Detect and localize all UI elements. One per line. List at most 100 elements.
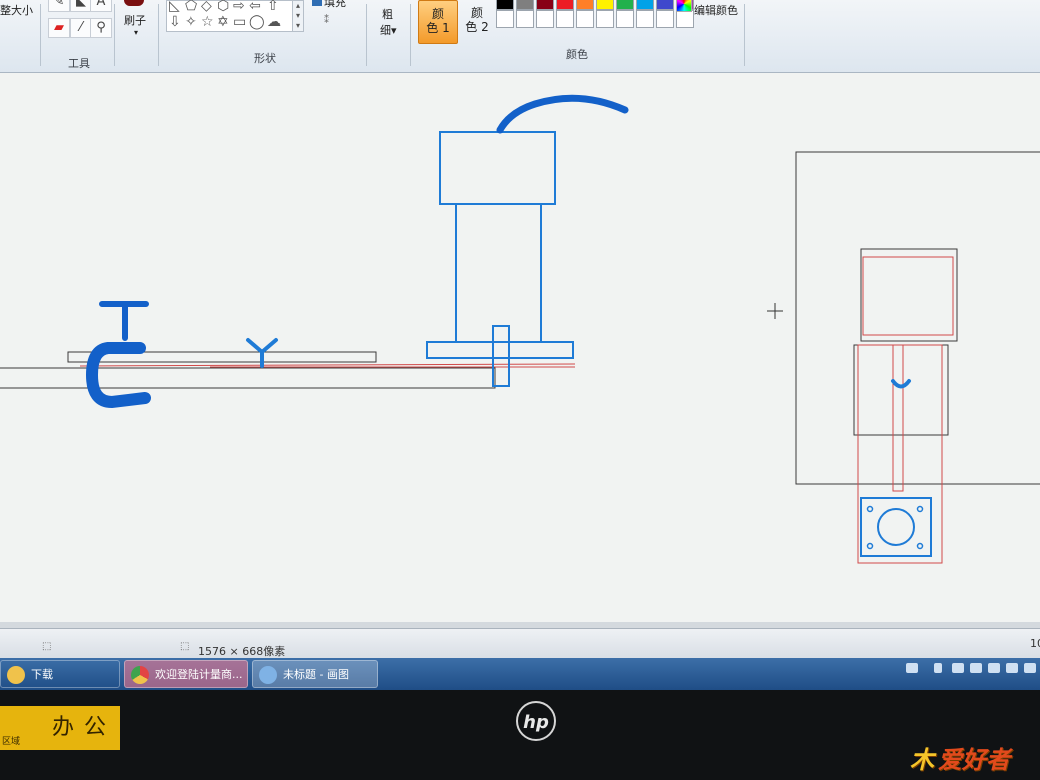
- palette-swatch[interactable]: [656, 0, 674, 10]
- motor-housing: [439, 131, 556, 205]
- chevron-down-icon[interactable]: ▾: [134, 28, 138, 37]
- fill-button[interactable]: 填充: [324, 0, 346, 10]
- arrow-left-shape-icon[interactable]: ⇦: [249, 0, 261, 13]
- callout-oval-shape-icon[interactable]: ◯: [249, 15, 265, 29]
- status-bar: ⬚ ⬚ 1576 × 668像素 10: [0, 628, 1040, 659]
- volume-icon[interactable]: [1024, 663, 1036, 673]
- shapes-group-label: 形状: [254, 52, 276, 65]
- tray-arrow-icon[interactable]: [934, 663, 942, 673]
- color-picker-icon[interactable]: ⁄: [70, 18, 92, 38]
- flag-icon[interactable]: [988, 663, 1000, 673]
- palette-swatch[interactable]: [596, 0, 614, 10]
- top-view-board: [795, 151, 1040, 485]
- palette-swatch[interactable]: [556, 0, 574, 10]
- top-view-bore: [877, 508, 915, 546]
- star6-shape-icon[interactable]: ✡: [217, 15, 229, 29]
- pencil-icon[interactable]: ✎: [48, 0, 70, 12]
- taskbar-item-paint[interactable]: 未标题 - 画图: [252, 660, 378, 688]
- star4-shape-icon[interactable]: ✧: [185, 15, 197, 29]
- fill-bucket-icon[interactable]: ◣: [70, 0, 92, 12]
- pentagon-shape-icon[interactable]: ⬠: [185, 0, 197, 13]
- size-button[interactable]: 粗: [382, 6, 393, 22]
- palette-swatch[interactable]: [496, 10, 514, 28]
- arrow-down-shape-icon[interactable]: ⇩: [169, 15, 181, 29]
- security-icon[interactable]: [970, 663, 982, 673]
- taskbar-item-browser[interactable]: 欢迎登陆计量商...: [124, 660, 248, 688]
- fill-icon[interactable]: [312, 0, 322, 6]
- brush-icon[interactable]: [124, 0, 144, 6]
- palette-swatch[interactable]: [636, 0, 654, 10]
- palette-swatch[interactable]: [576, 10, 594, 28]
- resize-button[interactable]: 整大小: [0, 2, 33, 18]
- taskbar-item-downloads[interactable]: 下载: [0, 660, 120, 688]
- taskbar-item-label: 下载: [31, 668, 53, 681]
- diamond-shape-icon[interactable]: ◇: [201, 0, 212, 13]
- text-tool-icon[interactable]: A: [90, 0, 112, 12]
- keyboard-icon[interactable]: [906, 663, 918, 673]
- screen: 整大小 ✎ ◣ A ▰ ⁄ ⚲ 工具 刷子 ▾ ◺ ⬠ ◇ ⬡ ⇨ ⇦ ⇧ ⇩ …: [0, 0, 1040, 690]
- eraser-icon[interactable]: ▰: [48, 18, 70, 38]
- network-icon[interactable]: [952, 663, 964, 673]
- palette-swatch[interactable]: [516, 0, 534, 10]
- sticker-text: 办公: [52, 715, 117, 740]
- callout-cloud-shape-icon[interactable]: ☁: [267, 15, 281, 29]
- palette-swatch[interactable]: [496, 0, 514, 10]
- folder-icon: [7, 666, 25, 684]
- monitor-icon[interactable]: [1006, 663, 1018, 673]
- taskbar: 下载 欢迎登陆计量商... 未标题 - 画图: [0, 658, 1040, 690]
- palette-swatch[interactable]: [516, 10, 534, 28]
- group-separator: [410, 4, 411, 66]
- callout-rect-shape-icon[interactable]: ▭: [233, 15, 246, 29]
- palette-swatch[interactable]: [616, 0, 634, 10]
- palette-swatch[interactable]: [536, 10, 554, 28]
- size-label-line1: 粗: [382, 8, 393, 21]
- image-size-icon: ⬚: [180, 641, 190, 652]
- clamp-handle: [99, 301, 149, 341]
- taskbar-item-label: 欢迎登陆计量商...: [155, 668, 243, 681]
- hexagon-shape-icon[interactable]: ⬡: [217, 0, 229, 13]
- bolt-hole: [866, 542, 874, 550]
- brush-button[interactable]: 刷子: [124, 12, 146, 28]
- top-view-plate: [853, 344, 949, 436]
- top-view-red-frame: [857, 344, 943, 564]
- top-view-slot: [892, 344, 904, 492]
- palette-swatch[interactable]: [576, 0, 594, 10]
- group-separator: [114, 4, 115, 66]
- palette-swatch[interactable]: [556, 10, 574, 28]
- arrow-right-shape-icon[interactable]: ⇨: [233, 0, 245, 13]
- palette-swatch[interactable]: [636, 10, 654, 28]
- line-shape-icon[interactable]: ◺: [169, 0, 180, 13]
- magnifier-icon[interactable]: ⚲: [90, 18, 112, 38]
- palette-swatch[interactable]: [536, 0, 554, 10]
- clamp-body: [85, 342, 151, 409]
- color1-label-2: 色 1: [426, 21, 450, 35]
- selection-size-icon: ⬚: [42, 641, 52, 652]
- shapes-scroll[interactable]: ▴ ▾ ▾: [292, 0, 304, 32]
- edit-colors-icon[interactable]: [676, 0, 692, 12]
- palette-swatch[interactable]: [596, 10, 614, 28]
- color1-button[interactable]: 颜 色 1: [418, 0, 458, 44]
- zoom-level[interactable]: 10: [1030, 637, 1040, 650]
- palette-swatch[interactable]: [656, 10, 674, 28]
- size-button-label-2[interactable]: 细▾: [380, 22, 397, 38]
- watermark: 木爱好者: [910, 740, 1010, 775]
- outline-icon[interactable]: ⁑: [324, 14, 329, 28]
- paint-icon: [259, 666, 277, 684]
- group-separator: [366, 4, 367, 66]
- base-board: [0, 367, 496, 389]
- arrow-up-shape-icon[interactable]: ⇧: [267, 0, 279, 13]
- color1-label-1: 颜: [431, 7, 444, 21]
- image-dimensions: 1576 × 668像素: [198, 645, 286, 658]
- edit-colors-button[interactable]: 编辑颜色: [694, 2, 738, 18]
- star5-shape-icon[interactable]: ☆: [201, 15, 214, 29]
- palette-swatch[interactable]: [676, 10, 694, 28]
- power-cable: [496, 94, 629, 134]
- top-view-motor-outer: [860, 248, 958, 342]
- shapes-gallery[interactable]: ◺ ⬠ ◇ ⬡ ⇨ ⇦ ⇧ ⇩ ✧ ☆ ✡ ▭ ◯ ☁: [166, 0, 294, 32]
- red-guide-line: [79, 363, 576, 367]
- drawing-canvas[interactable]: [0, 73, 1040, 623]
- palette-swatch[interactable]: [616, 10, 634, 28]
- mount-plate: [426, 341, 574, 359]
- color2-button[interactable]: 颜 色 2: [458, 0, 496, 42]
- top-view-motor-inner: [862, 256, 954, 336]
